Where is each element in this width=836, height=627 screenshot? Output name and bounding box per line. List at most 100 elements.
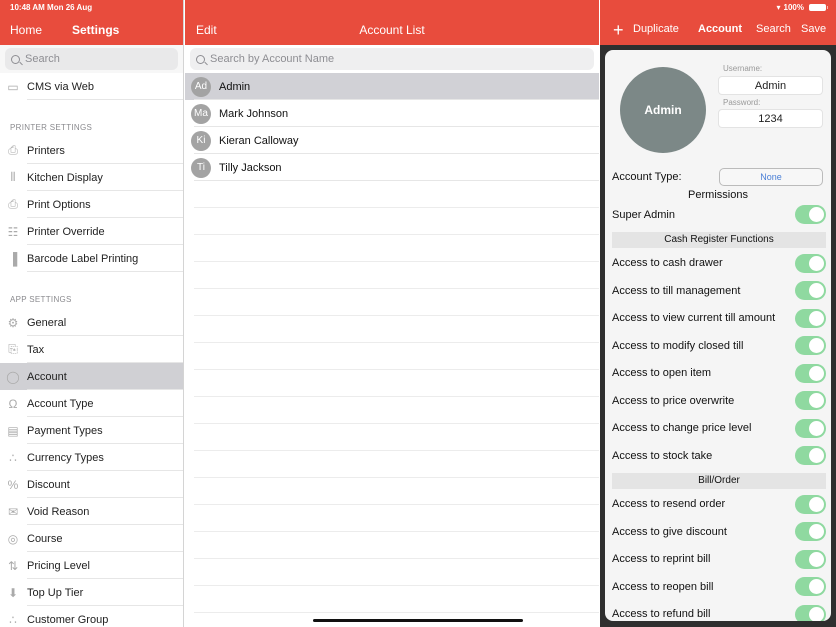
account-row[interactable]: Ki Kieran Calloway bbox=[185, 127, 599, 154]
permission-toggle[interactable] bbox=[795, 604, 826, 621]
permission-label: Access to reopen bill bbox=[612, 580, 714, 593]
account-type-label: Account Type: bbox=[612, 171, 682, 183]
account-detail-panel: + Duplicate Account Search Save Admin Us… bbox=[600, 0, 836, 627]
account-list-title: Account List bbox=[359, 23, 425, 37]
permission-row: Access to reopen bill bbox=[612, 573, 826, 601]
permissions-list: Super Admin Cash Register Functions Acce… bbox=[612, 201, 826, 621]
permission-toggle[interactable] bbox=[795, 308, 826, 328]
permission-label: Access to cash drawer bbox=[612, 257, 723, 270]
sidebar-item-cms-via-web[interactable]: ▭ CMS via Web bbox=[0, 73, 183, 100]
app-settings-header: APP SETTINGS bbox=[0, 272, 183, 309]
permission-row-super-admin: Super Admin bbox=[612, 201, 826, 229]
sidebar-item-account-type[interactable]: Ω Account Type bbox=[0, 390, 183, 417]
home-button[interactable]: Home bbox=[10, 23, 42, 37]
customer-group-icon: ∴ bbox=[9, 612, 17, 627]
settings-sidebar: Home Settings Search ▭ CMS via Web PRINT… bbox=[0, 0, 184, 627]
account-search-input[interactable]: Search by Account Name bbox=[190, 48, 594, 70]
empty-list-row bbox=[185, 505, 599, 532]
sidebar-item-discount[interactable]: % Discount bbox=[0, 471, 183, 498]
permissions-title: Permissions bbox=[688, 189, 748, 201]
permission-toggle[interactable] bbox=[795, 281, 826, 301]
save-button[interactable]: Save bbox=[801, 23, 826, 35]
home-indicator[interactable] bbox=[313, 619, 523, 622]
printer-settings-header: PRINTER SETTINGS bbox=[0, 100, 183, 137]
account-name: Admin bbox=[219, 80, 251, 93]
payment-icon: ▤ bbox=[7, 423, 19, 438]
permission-toggle[interactable] bbox=[795, 363, 826, 383]
permission-toggle[interactable] bbox=[795, 391, 826, 411]
permission-label: Access to modify closed till bbox=[612, 339, 744, 352]
permission-toggle[interactable] bbox=[795, 522, 826, 542]
permission-row: Access to reprint bill bbox=[612, 546, 826, 574]
sidebar-item-top-up-tier[interactable]: ⬇ Top Up Tier bbox=[0, 579, 183, 606]
sidebar-item-barcode-label-printing[interactable]: ▐ Barcode Label Printing bbox=[0, 245, 183, 272]
permission-toggle[interactable] bbox=[795, 446, 826, 466]
user-type-icon: Ω bbox=[8, 396, 18, 411]
sidebar-item-label: Printer Override bbox=[27, 225, 105, 238]
sidebar-item-label: Kitchen Display bbox=[27, 171, 103, 184]
permission-row: Access to change price level bbox=[612, 415, 826, 443]
account-row[interactable]: Ma Mark Johnson bbox=[185, 100, 599, 127]
battery-icon bbox=[809, 4, 828, 11]
currency-icon: ∴ bbox=[9, 450, 17, 465]
print-options-icon: ⎙ bbox=[8, 197, 18, 211]
sidebar-item-printer-override[interactable]: ☷ Printer Override bbox=[0, 218, 183, 245]
permission-row: Access to view current till amount bbox=[612, 305, 826, 333]
kitchen-display-icon: ⫴ bbox=[10, 170, 16, 184]
add-icon[interactable]: + bbox=[613, 20, 624, 41]
permission-row: Access to refund bill bbox=[612, 601, 826, 621]
account-name: Tilly Jackson bbox=[219, 161, 282, 174]
super-admin-toggle[interactable] bbox=[795, 205, 826, 225]
sidebar-item-label: Top Up Tier bbox=[27, 586, 84, 599]
sidebar-item-pricing-level[interactable]: ⇅ Pricing Level bbox=[0, 552, 183, 579]
sidebar-item-course[interactable]: ◎ Course bbox=[0, 525, 183, 552]
search-button[interactable]: Search bbox=[756, 23, 791, 35]
permission-row: Access to stock take bbox=[612, 442, 826, 470]
sidebar-item-customer-group[interactable]: ∴ Customer Group bbox=[0, 606, 183, 627]
sidebar-item-general[interactable]: ⚙ General bbox=[0, 309, 183, 336]
permission-row: Access to modify closed till bbox=[612, 332, 826, 360]
account-type-button[interactable]: None bbox=[719, 168, 823, 186]
permission-toggle[interactable] bbox=[795, 549, 826, 569]
settings-search-placeholder: Search bbox=[25, 53, 60, 65]
empty-list-row bbox=[185, 451, 599, 478]
sidebar-item-label: Discount bbox=[27, 478, 70, 491]
permission-toggle[interactable] bbox=[795, 253, 826, 273]
sidebar-item-label: Tax bbox=[27, 343, 45, 356]
avatar: Ad bbox=[191, 76, 211, 97]
sidebar-item-label: General bbox=[27, 316, 67, 329]
account-row[interactable]: Ti Tilly Jackson bbox=[185, 154, 599, 181]
account-avatar[interactable]: Admin bbox=[620, 67, 706, 153]
settings-title: Settings bbox=[72, 23, 120, 37]
sidebar-item-label: Currency Types bbox=[27, 451, 104, 464]
settings-search-input[interactable]: Search bbox=[5, 48, 178, 70]
sidebar-item-currency-types[interactable]: ∴ Currency Types bbox=[0, 444, 183, 471]
sidebar-item-label: Void Reason bbox=[27, 505, 90, 518]
sidebar-item-print-options[interactable]: ⎙ Print Options bbox=[0, 191, 183, 218]
permission-label: Access to refund bill bbox=[612, 608, 711, 621]
sidebar-item-tax[interactable]: ⎘ Tax bbox=[0, 336, 183, 363]
duplicate-button[interactable]: Duplicate bbox=[633, 23, 679, 35]
permission-toggle[interactable] bbox=[795, 418, 826, 438]
empty-list-row bbox=[185, 424, 599, 451]
username-field[interactable]: Admin bbox=[718, 76, 823, 95]
sidebar-item-void-reason[interactable]: ✉ Void Reason bbox=[0, 498, 183, 525]
permission-toggle[interactable] bbox=[795, 336, 826, 356]
account-row[interactable]: Ad Admin bbox=[185, 73, 599, 100]
account-detail-title: Account bbox=[698, 23, 742, 35]
permission-toggle[interactable] bbox=[795, 494, 826, 514]
sidebar-item-kitchen-display[interactable]: ⫴ Kitchen Display bbox=[0, 164, 183, 191]
sidebar-item-label: CMS via Web bbox=[27, 80, 95, 93]
sidebar-item-account[interactable]: ◯ Account bbox=[0, 363, 183, 390]
sidebar-item-payment-types[interactable]: ▤ Payment Types bbox=[0, 417, 183, 444]
password-field[interactable]: 1234 bbox=[718, 109, 823, 128]
permission-row: Access to resend order bbox=[612, 491, 826, 519]
username-label: Username: bbox=[723, 64, 763, 73]
status-time: 10:48 AM Mon 26 Aug bbox=[10, 3, 93, 12]
permission-toggle[interactable] bbox=[795, 577, 826, 597]
sidebar-item-label: Printers bbox=[27, 144, 65, 157]
sidebar-item-label: Account Type bbox=[27, 397, 94, 410]
sidebar-item-printers[interactable]: ⎙ Printers bbox=[0, 137, 183, 164]
permission-label: Access to price overwrite bbox=[612, 394, 735, 407]
search-icon bbox=[11, 54, 20, 64]
